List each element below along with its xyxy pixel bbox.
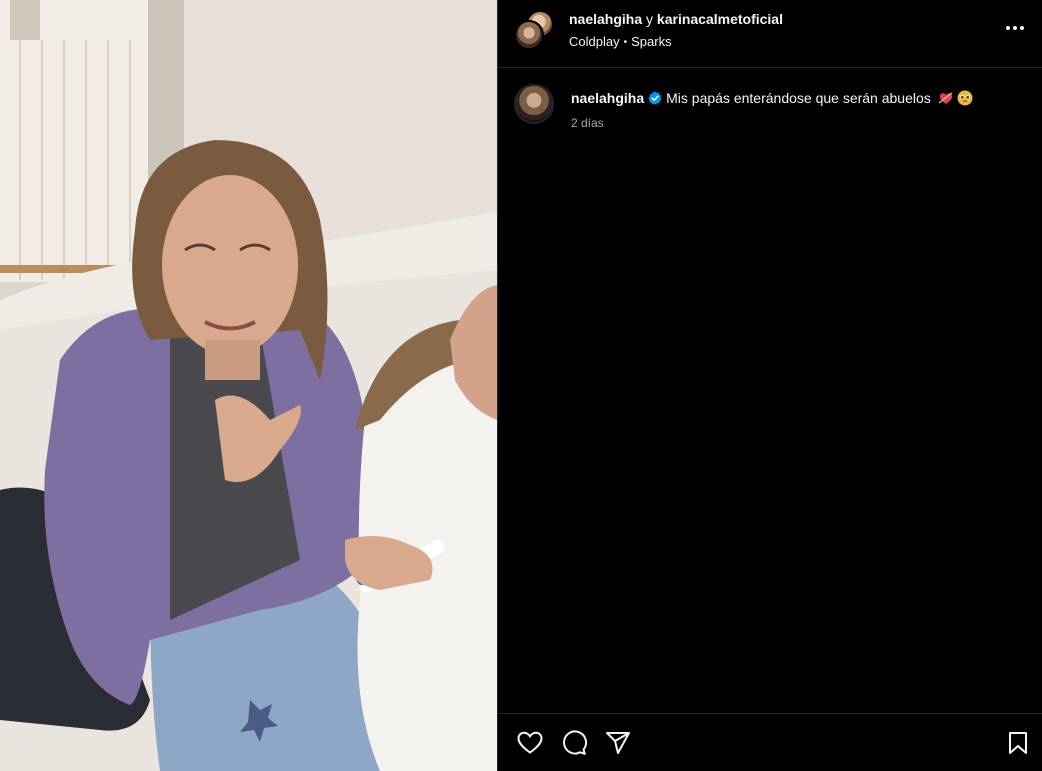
audio-artist[interactable]: Coldplay: [569, 34, 620, 49]
caption-text: naelahgiha Mis papás enterándose que ser…: [571, 89, 1021, 107]
save-button[interactable]: [1004, 729, 1032, 757]
avatar[interactable]: [514, 20, 544, 50]
post-header: naelahgiha y karinacalmetoficial Coldpla…: [498, 0, 1042, 68]
more-options-button[interactable]: [1003, 16, 1027, 40]
username-link[interactable]: karinacalmetoficial: [657, 11, 783, 27]
like-button[interactable]: [516, 729, 544, 757]
post-panel: naelahgiha y karinacalmetoficial Coldpla…: [497, 0, 1042, 771]
action-bar: [498, 713, 1042, 771]
conjunction-text: y: [646, 11, 654, 27]
pleading-face-emoji: [957, 90, 973, 106]
audio-attribution[interactable]: Coldplay • Sparks: [569, 34, 672, 49]
audio-song[interactable]: Sparks: [631, 34, 671, 49]
comment-button[interactable]: [560, 729, 588, 757]
caption-body: Mis papás enterándose que serán abuelos: [666, 90, 931, 106]
verified-badge-icon: [648, 91, 662, 105]
username-link[interactable]: naelahgiha: [569, 11, 642, 27]
comment-icon: [563, 730, 587, 755]
heart-icon: [517, 731, 543, 754]
caption-username[interactable]: naelahgiha: [571, 90, 644, 106]
send-icon: [606, 732, 630, 754]
post-media[interactable]: [0, 0, 497, 771]
post-timestamp[interactable]: 2 días: [571, 116, 604, 130]
separator-dot: •: [623, 37, 628, 48]
share-button[interactable]: [604, 729, 632, 757]
video-frame-image: [0, 0, 497, 771]
avatar[interactable]: [514, 84, 554, 124]
header-usernames: naelahgiha y karinacalmetoficial: [569, 11, 783, 27]
more-horizontal-icon: [1006, 26, 1024, 30]
collab-avatars[interactable]: [514, 10, 556, 50]
heart-arrow-emoji: [938, 92, 953, 104]
bookmark-icon: [1009, 732, 1027, 754]
